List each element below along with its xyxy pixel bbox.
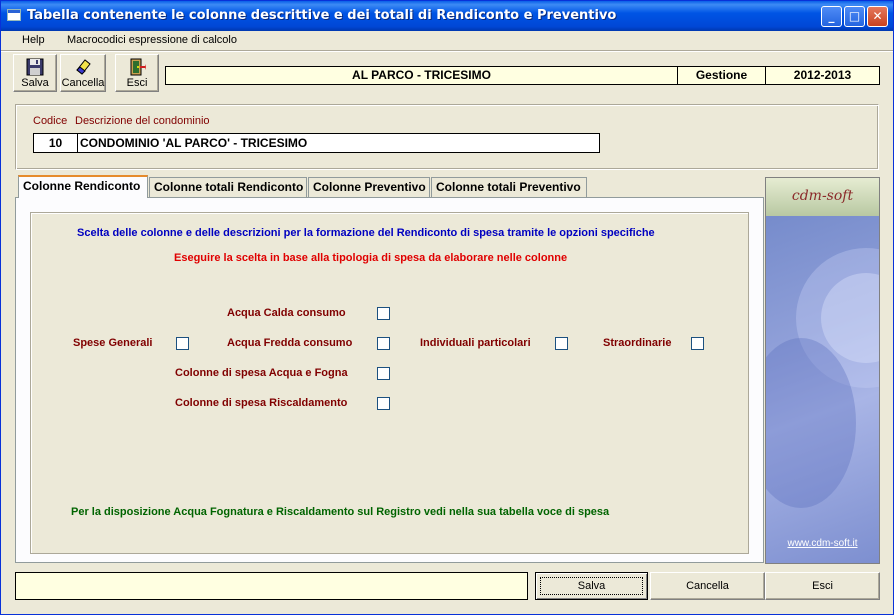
description-field[interactable]: CONDOMINIO 'AL PARCO' - TRICESIMO [77,133,600,153]
toolbar-delete-button[interactable]: Cancella [60,54,106,92]
minimize-button[interactable]: _ [821,6,842,27]
toolbar-save-button[interactable]: Salva [13,54,57,92]
riscaldamento-checkbox[interactable] [377,397,390,410]
brand-logo-area: cdm-soft [766,178,879,216]
toolbar-exit-button[interactable]: Esci [115,54,159,92]
tab-colonne-totali-preventivo[interactable]: Colonne totali Preventivo [431,177,587,197]
status-field [15,572,528,600]
delete-button[interactable]: Cancella [650,572,765,600]
condominium-panel: Codice Descrizione del condominio 10 CON… [15,104,879,170]
tab-colonne-preventivo[interactable]: Colonne Preventivo [308,177,430,197]
window-app-icon[interactable] [7,9,21,21]
exit-door-icon [130,58,146,76]
cdm-soft-logo: cdm-soft [791,188,854,204]
spese-generali-checkbox[interactable] [176,337,189,350]
tab-colonne-totali-rendiconto[interactable]: Colonne totali Rendiconto [149,177,307,197]
toolbar-exit-label: Esci [126,77,148,89]
management-label: Gestione [677,66,766,85]
exit-button-label: Esci [812,580,833,592]
window-title: Tabella contenente le colonne descrittiv… [27,8,617,23]
individuali-label: Individuali particolari [420,337,531,349]
brand-website-link[interactable]: www.cdm-soft.it [766,538,879,549]
close-button[interactable]: ✕ [867,6,888,27]
description-label: Descrizione del condominio [75,115,210,127]
options-subheading: Eseguire la scelta in base alla tipologi… [174,252,568,264]
code-field[interactable]: 10 [33,133,78,153]
acqua-calda-label: Acqua Calda consumo [227,307,346,319]
acqua-calda-checkbox[interactable] [377,307,390,320]
individuali-checkbox[interactable] [555,337,568,350]
save-button[interactable]: Salva [535,572,648,600]
save-button-focus-ring [540,577,643,595]
main-window: Tabella contenente le colonne descrittiv… [0,0,894,615]
acqua-fredda-label: Acqua Fredda consumo [227,337,353,349]
floppy-disk-icon [26,58,44,76]
code-label: Codice [33,115,68,127]
acqua-fogna-checkbox[interactable] [377,367,390,380]
delete-button-label: Cancella [686,580,729,592]
toolbar-save-label: Salva [21,77,49,89]
tab-page-rendiconto: Scelta delle colonne e delle descrizioni… [15,197,764,563]
menu-macrocodici[interactable]: Macrocodici espressione di calcolo [67,34,237,46]
options-heading: Scelta delle colonne e delle descrizioni… [77,227,655,239]
exit-button[interactable]: Esci [765,572,880,600]
title-bar[interactable]: Tabella contenente le colonne descrittiv… [1,1,893,31]
options-frame: Scelta delle colonne e delle descrizioni… [30,212,749,554]
toolbar-delete-label: Cancella [61,77,105,89]
registry-note: Per la disposizione Acqua Fognatura e Ri… [71,506,610,518]
straordinarie-label: Straordinarie [603,337,672,349]
acqua-fogna-label: Colonne di spesa Acqua e Fogna [175,367,348,379]
menu-help[interactable]: Help [22,34,45,46]
toolbar-divider [1,50,893,52]
condominium-name-display: AL PARCO - TRICESIMO [165,66,678,85]
eraser-icon [76,59,91,75]
tab-colonne-rendiconto[interactable]: Colonne Rendiconto [18,175,148,198]
acqua-fredda-checkbox[interactable] [377,337,390,350]
riscaldamento-label: Colonne di spesa Riscaldamento [175,397,348,409]
management-period: 2012-2013 [765,66,880,85]
menu-bar: Help Macrocodici espressione di calcolo [1,31,893,50]
brand-panel: cdm-soft www.cdm-soft.it [765,177,880,564]
straordinarie-checkbox[interactable] [691,337,704,350]
maximize-button[interactable]: □ [844,6,865,27]
spese-generali-label: Spese Generali [73,337,153,349]
